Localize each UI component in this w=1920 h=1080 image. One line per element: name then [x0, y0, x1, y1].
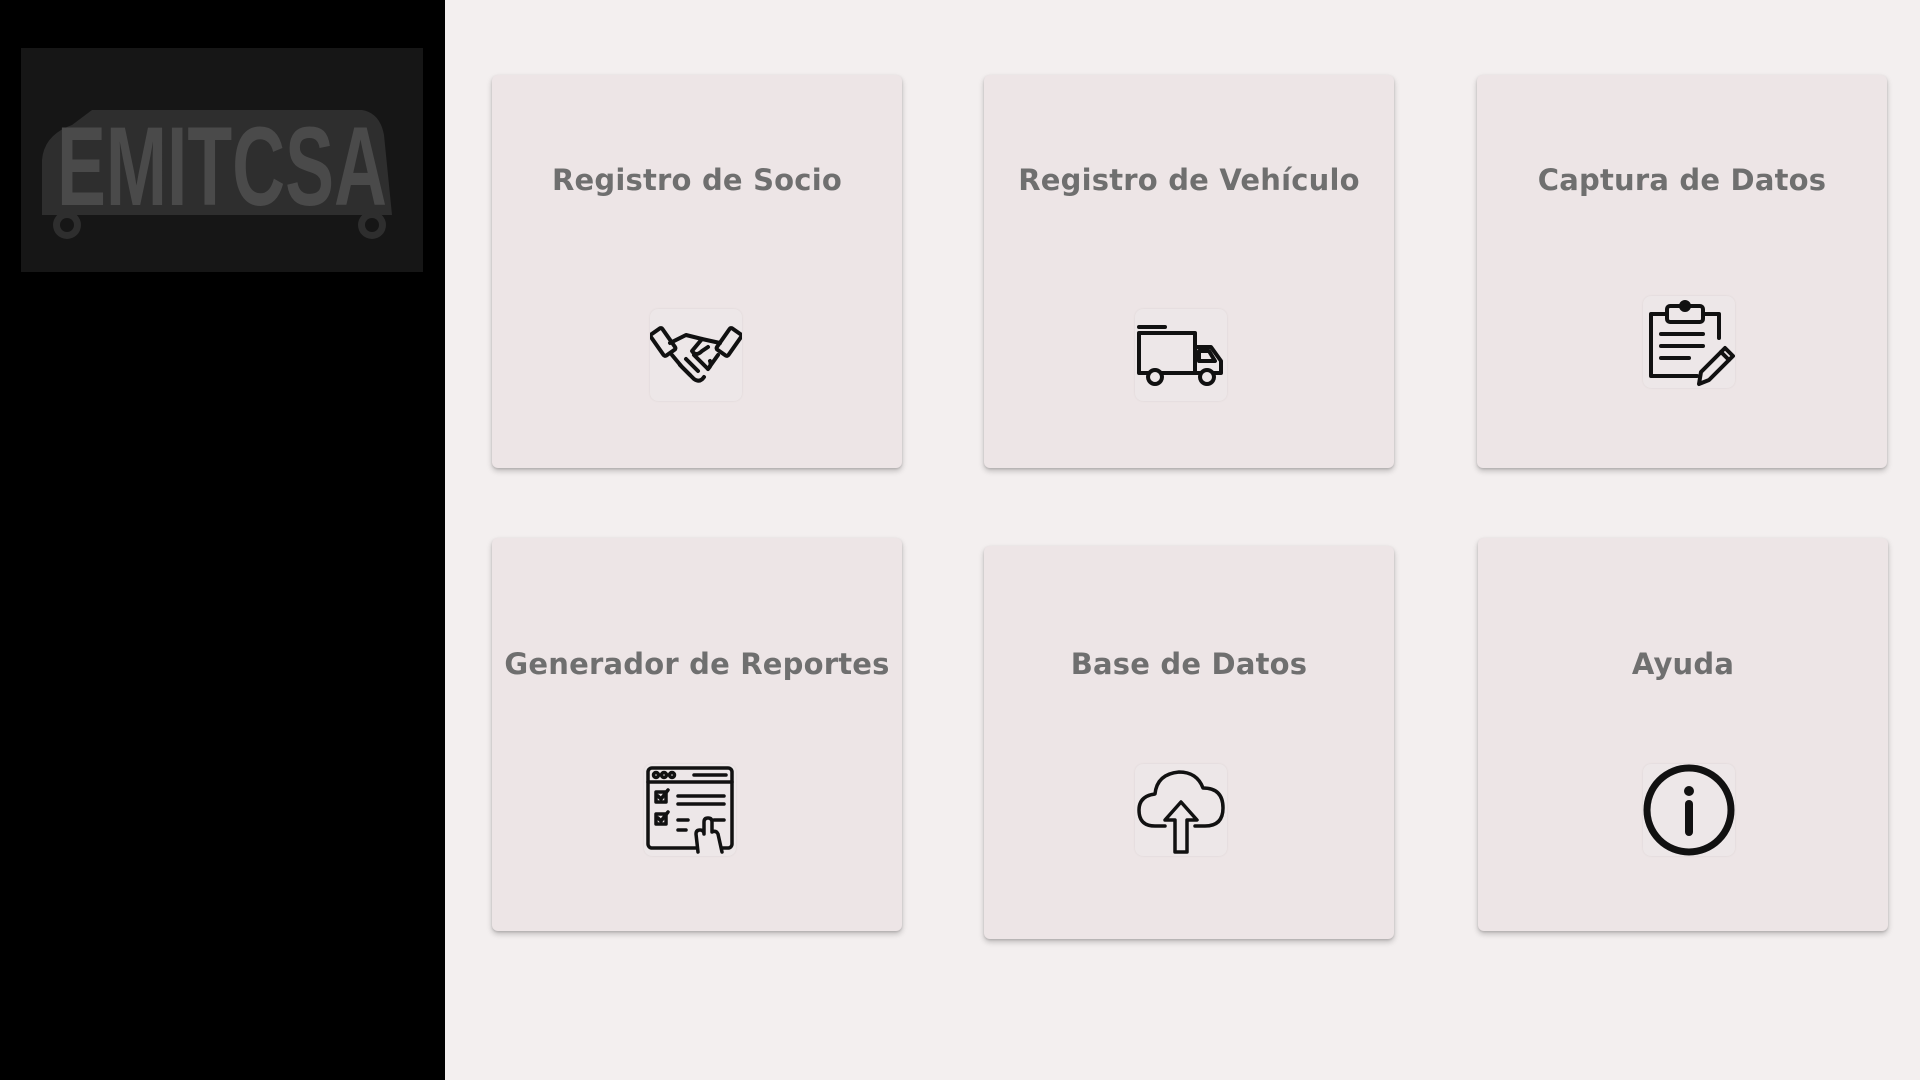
company-logo: EMITCSA [21, 48, 423, 272]
card-title: Registro de Vehículo [1018, 163, 1360, 197]
emitcsa-logo-icon: EMITCSA [42, 104, 392, 239]
card-generador-reportes[interactable]: Generador de Reportes [492, 538, 902, 931]
card-title: Ayuda [1631, 647, 1735, 681]
handshake-icon [650, 309, 742, 401]
clipboard-edit-icon [1643, 296, 1735, 388]
card-registro-vehiculo[interactable]: Registro de Vehículo [984, 75, 1394, 468]
app-window: EMITCSA Registro de Socio Registro de Ve… [0, 0, 1920, 1080]
sidebar: EMITCSA [0, 0, 445, 1080]
card-title: Generador de Reportes [504, 647, 890, 681]
main-panel: Registro de Socio Registro de Vehículo C… [445, 0, 1920, 1080]
cloud-upload-icon [1135, 764, 1227, 856]
card-captura-datos[interactable]: Captura de Datos [1477, 75, 1887, 468]
svg-text:EMITCSA: EMITCSA [57, 104, 387, 229]
card-base-datos[interactable]: Base de Datos [984, 546, 1394, 939]
report-checklist-icon [644, 764, 736, 856]
card-title: Base de Datos [1070, 647, 1308, 681]
card-title: Captura de Datos [1537, 163, 1827, 197]
truck-icon [1135, 309, 1227, 401]
card-registro-socio[interactable]: Registro de Socio [492, 75, 902, 468]
card-ayuda[interactable]: Ayuda [1478, 538, 1888, 931]
card-title: Registro de Socio [552, 163, 842, 197]
info-icon [1643, 764, 1735, 856]
